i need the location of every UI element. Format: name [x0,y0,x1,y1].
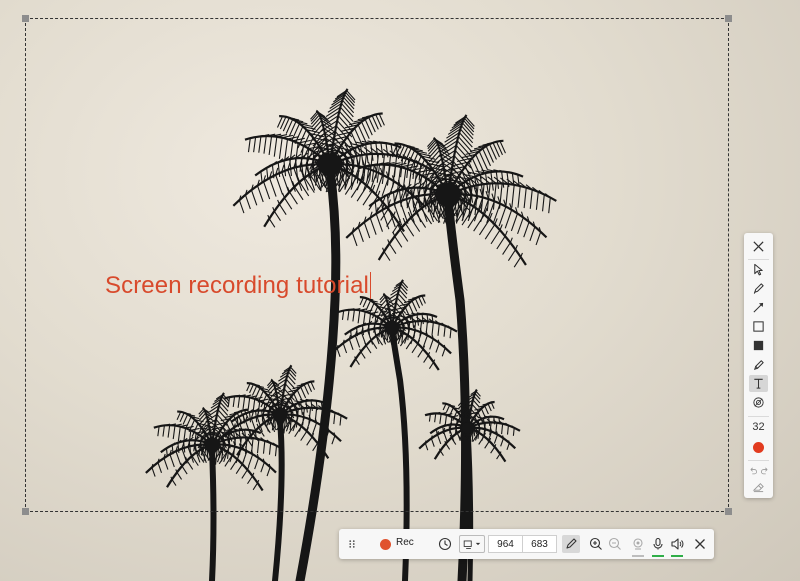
screen-recorder-canvas: Screen recording tutorial 32 Rec 964 683 [0,0,800,581]
filled-rectangle-icon [753,340,764,351]
annotate-button[interactable] [562,535,580,553]
select-tool-button[interactable] [749,261,768,278]
resize-handle-top-left[interactable] [22,15,29,22]
highlighter-icon [753,360,764,370]
panel-divider [748,460,769,461]
cursor-icon [754,263,763,276]
microphone-button[interactable] [650,536,666,552]
blur-tool-button[interactable] [749,394,768,411]
text-annotation[interactable]: Screen recording tutorial [105,272,372,300]
zoom-in-icon [589,537,602,550]
zoom-out-icon [608,537,621,550]
drag-handle[interactable] [346,536,358,552]
undo-icon [750,467,757,474]
rec-button-label[interactable]: Rec [396,537,414,548]
annotation-tool-panel: 32 [744,233,773,498]
microphone-icon [653,537,663,550]
drag-handle-icon [349,540,355,548]
speaker-icon [671,538,684,550]
blur-icon [753,397,764,408]
screen-select-icon [463,540,472,549]
timer-button[interactable] [437,536,453,552]
webcam-button[interactable] [630,536,646,552]
microphone-level-bar [652,555,664,557]
redo-icon [760,467,767,474]
eraser-button[interactable] [749,478,768,495]
eraser-icon [752,483,764,493]
undo-button[interactable] [747,462,758,479]
close-panel-button[interactable] [749,238,768,255]
text-tool-button[interactable] [749,375,768,392]
zoom-in-button[interactable] [588,536,604,552]
recording-toolbar: Rec 964 683 [339,529,714,559]
close-icon [753,241,764,252]
font-size-value[interactable]: 32 [744,421,773,433]
resize-handle-bottom-left[interactable] [22,508,29,515]
chevron-down-icon [475,542,481,546]
arrow-icon [753,302,764,313]
color-swatch[interactable] [753,442,764,453]
capture-region[interactable] [22,15,732,515]
filled-rectangle-tool-button[interactable] [749,337,768,354]
close-toolbar-button[interactable] [693,536,707,552]
pencil-edit-icon [566,538,577,549]
close-icon [695,539,705,549]
text-caret [369,272,372,299]
pen-tool-button[interactable] [749,280,768,297]
webcam-icon [633,538,643,550]
resize-handle-top-right[interactable] [725,15,732,22]
speaker-level-bar [671,555,683,557]
timer-icon [438,537,452,551]
pen-icon [753,283,764,294]
speaker-button[interactable] [669,536,685,552]
rectangle-icon [753,321,764,332]
panel-divider [748,416,769,417]
rectangle-tool-button[interactable] [749,318,768,335]
zoom-out-button[interactable] [607,536,623,552]
panel-divider [748,259,769,260]
record-icon[interactable] [380,539,391,550]
width-input[interactable]: 964 [488,535,523,553]
screen-select-dropdown[interactable] [459,535,485,553]
height-input[interactable]: 683 [522,535,557,553]
annotation-text: Screen recording tutorial [105,272,369,299]
highlighter-tool-button[interactable] [749,356,768,373]
redo-button[interactable] [759,462,770,479]
text-icon [754,378,763,389]
webcam-status-bar [632,555,644,557]
resize-handle-bottom-right[interactable] [725,508,732,515]
arrow-tool-button[interactable] [749,299,768,316]
